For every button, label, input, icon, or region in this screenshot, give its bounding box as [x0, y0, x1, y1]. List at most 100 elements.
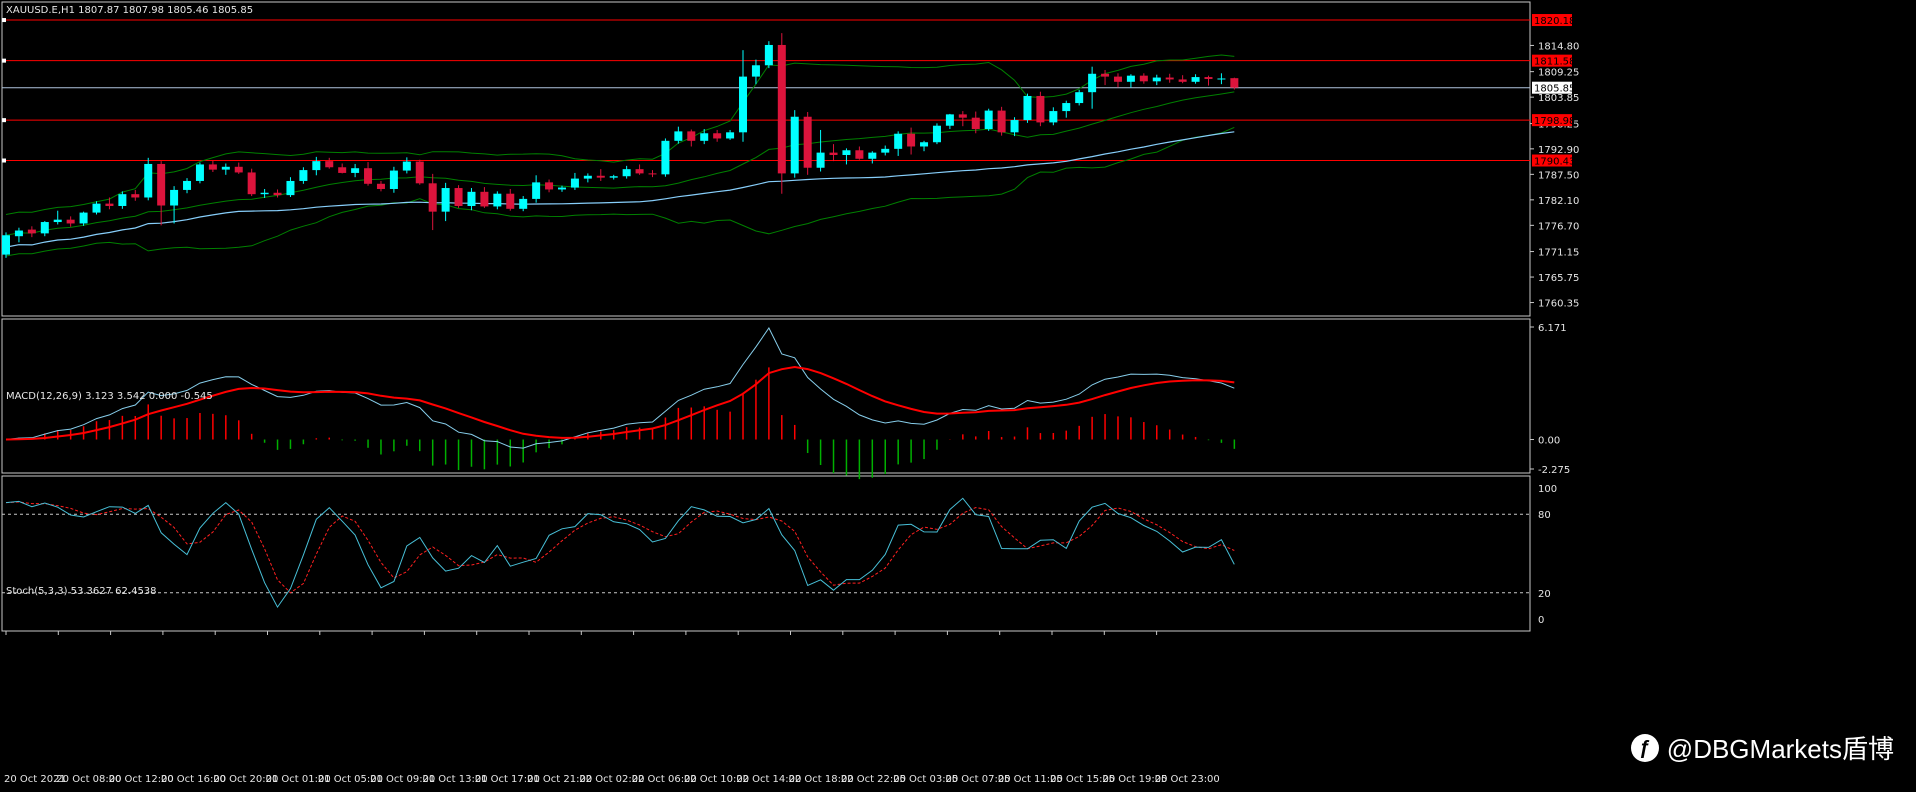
candle-body [1165, 77, 1174, 80]
candle-body [803, 116, 812, 168]
candle-body [713, 133, 722, 139]
candle-body [1230, 78, 1239, 88]
candle-body [506, 193, 515, 209]
y-tick-label: 1782.10 [1538, 196, 1579, 207]
candle-body [144, 163, 153, 198]
candle-body [1152, 77, 1161, 82]
candle-body [609, 176, 618, 178]
candle-body [1113, 76, 1122, 82]
y-tick-label: 1787.50 [1538, 170, 1579, 181]
candle-body [907, 133, 916, 147]
trading-chart[interactable]: 1814.801809.251803.851798.251792.901787.… [0, 0, 1916, 792]
y-tick-label: 1803.85 [1538, 93, 1579, 104]
candle-body [299, 170, 308, 181]
candle-body [1049, 111, 1058, 123]
candle-body [545, 182, 554, 190]
candle-body [338, 167, 347, 173]
candle-body [131, 194, 140, 198]
candle-body [1101, 73, 1110, 77]
y-tick-label: 1765.75 [1538, 273, 1579, 284]
candle-body [221, 166, 230, 170]
candle-body [751, 65, 760, 77]
candle-body [945, 114, 954, 126]
candle-body [183, 180, 192, 190]
candle-body [661, 140, 670, 175]
candle-body [932, 125, 941, 143]
candle-body [286, 180, 295, 196]
candle-body [842, 150, 851, 155]
y-tick-label: 1776.70 [1538, 221, 1579, 232]
level-marker [2, 18, 6, 23]
candle-body [674, 131, 683, 141]
weibo-icon: ƒ [1630, 733, 1659, 762]
stoch-title: Stoch(5,3,3) 53.3627 62.4538 [6, 586, 157, 597]
candle-body [234, 166, 243, 173]
candle-body [105, 203, 114, 206]
y-tick-label: 1792.90 [1538, 145, 1579, 156]
chart-background [0, 0, 1916, 792]
macd-y-tick-label: 0.00 [1538, 436, 1560, 447]
candle-body [351, 168, 360, 173]
level-marker [2, 118, 6, 123]
candle-body [415, 161, 424, 184]
candle-body [881, 148, 890, 153]
candle-body [441, 188, 450, 212]
level-tag-label: 1820.18 [1534, 16, 1575, 27]
watermark: ƒ @DBGMarkets盾博 [1630, 729, 1894, 766]
candle-body [532, 182, 541, 199]
level-tag-label: 1811.58 [1534, 57, 1575, 68]
level-tag-label: 1790.43 [1534, 157, 1575, 168]
candle-body [40, 222, 49, 234]
candle-body [1036, 95, 1045, 123]
candle-body [700, 133, 709, 141]
candle-body [1139, 75, 1148, 82]
candle-body [790, 116, 799, 174]
candle-body [1023, 95, 1032, 121]
y-tick-label: 1771.15 [1538, 248, 1579, 259]
x-tick-label: 25 Oct 23:00 [1155, 774, 1220, 785]
candle-body [1010, 120, 1019, 133]
candle-body [273, 192, 282, 196]
candle-body [376, 183, 385, 189]
candle-body [1062, 103, 1071, 112]
watermark-text: @DBGMarkets盾博 [1666, 734, 1894, 764]
level-tag-label: 1798.98 [1534, 116, 1575, 127]
candle-body [170, 189, 179, 206]
candle-body [493, 193, 502, 207]
candle-body [984, 110, 993, 130]
candle-body [1204, 77, 1213, 79]
candle-body [1088, 73, 1097, 93]
candle-body [92, 203, 101, 213]
y-tick-label: 1814.80 [1538, 41, 1579, 52]
macd-y-tick-label: 6.171 [1538, 323, 1567, 334]
candle-body [27, 229, 36, 234]
y-tick-label: 1809.25 [1538, 68, 1579, 79]
candle-body [467, 191, 476, 206]
candle-body [14, 230, 23, 237]
candle-body [557, 187, 566, 190]
candle-body [195, 164, 204, 181]
candle-body [816, 152, 825, 168]
macd-title: MACD(12,26,9) 3.123 3.542 0.000 -0.545 [6, 391, 213, 402]
candle-body [118, 194, 127, 206]
candle-body [428, 183, 437, 212]
candle-body [764, 44, 773, 66]
candle-body [855, 150, 864, 159]
candle-body [739, 76, 748, 133]
candle-body [454, 188, 463, 206]
main-title: XAUUSD.E,H1 1807.87 1807.98 1805.46 1805… [6, 5, 253, 16]
candle-body [894, 133, 903, 149]
candle-body [247, 172, 256, 195]
candle-body [622, 169, 631, 177]
candle-body [596, 175, 605, 178]
candle-body [648, 173, 657, 175]
level-marker [2, 158, 6, 163]
candle-body [1178, 79, 1187, 82]
candle-body [1075, 92, 1084, 104]
candle-body [157, 163, 166, 206]
candle-body [79, 212, 88, 224]
candle-body [260, 192, 269, 195]
candle-body [66, 219, 75, 224]
candle-body [312, 161, 321, 171]
candle-body [480, 191, 489, 207]
